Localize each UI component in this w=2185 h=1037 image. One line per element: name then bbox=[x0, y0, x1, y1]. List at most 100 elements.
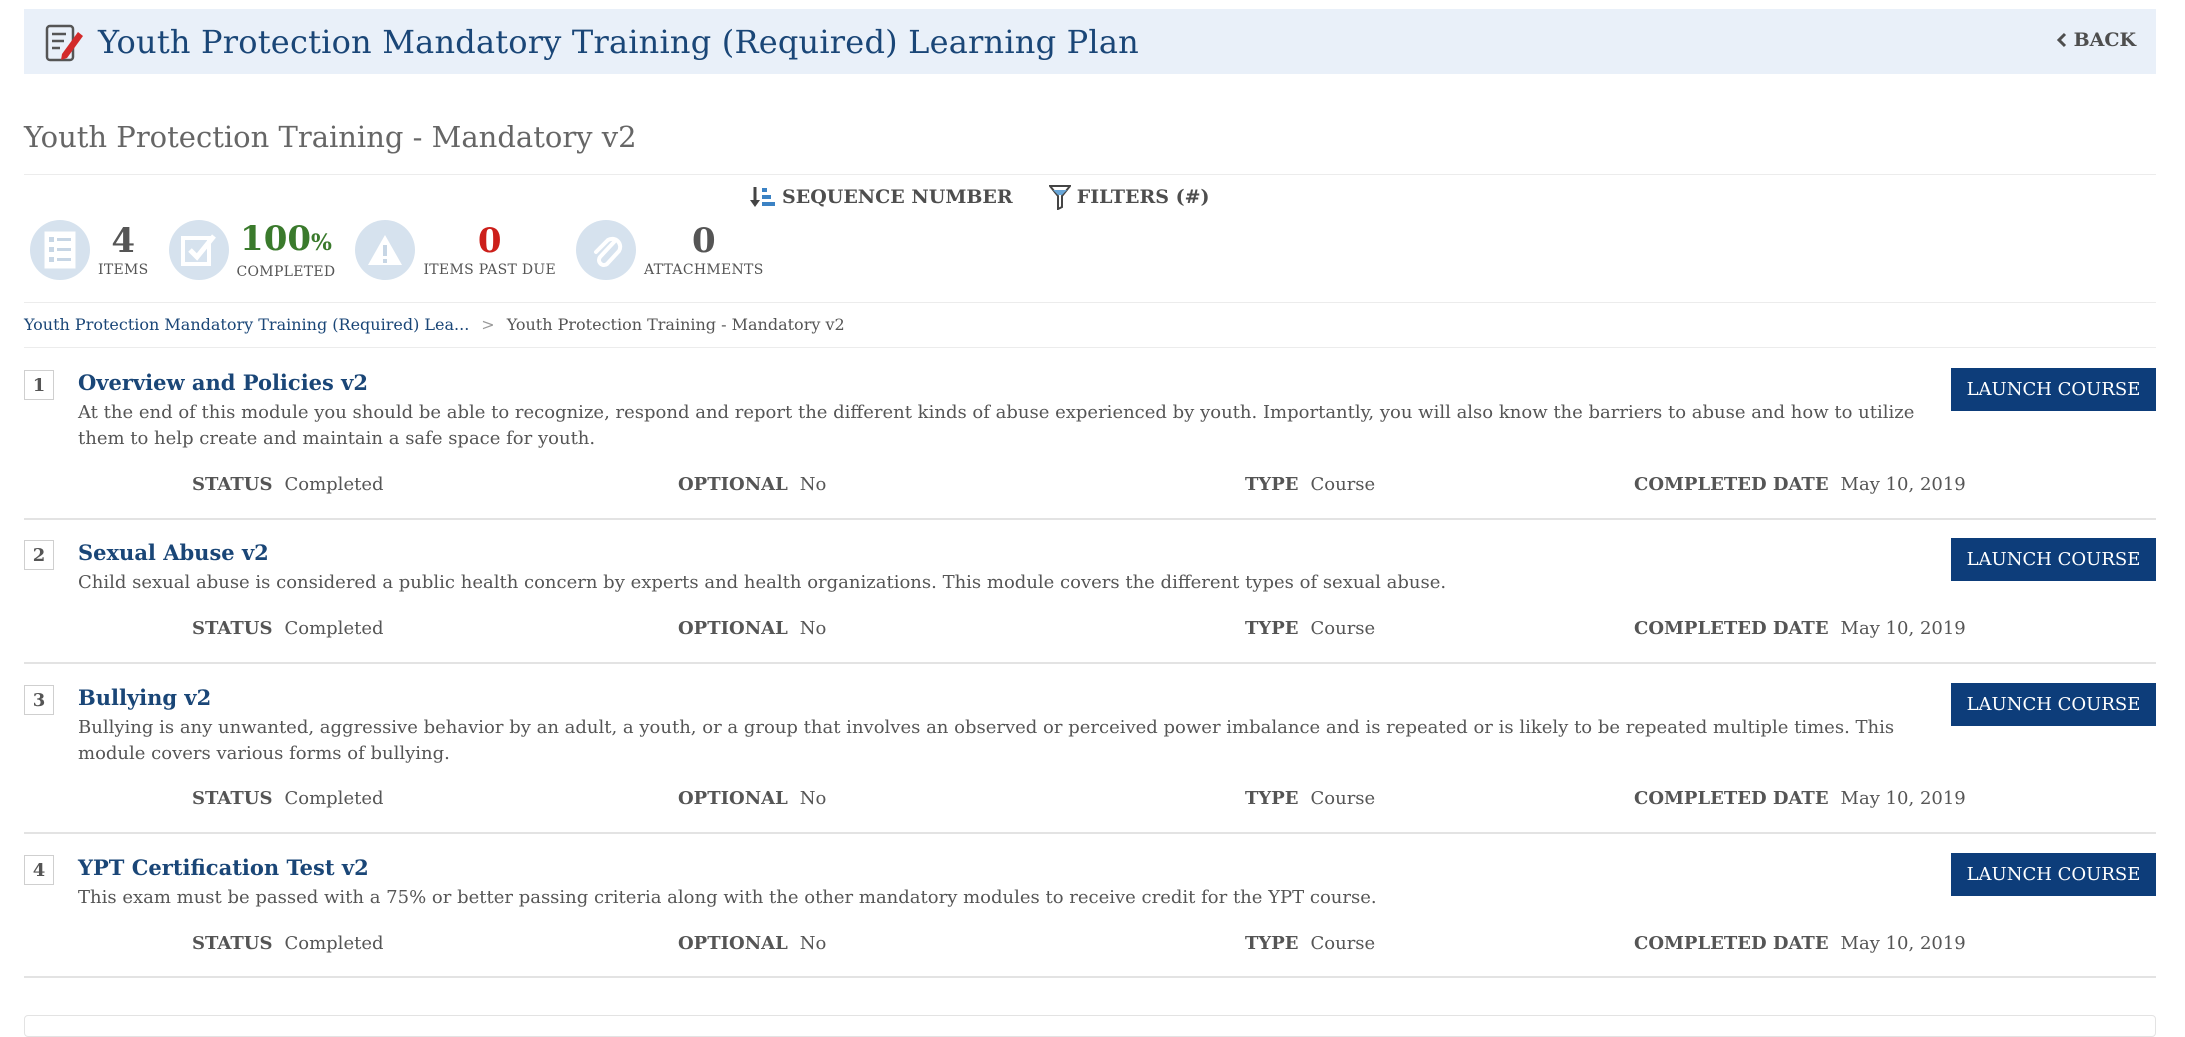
list-item: 1 Overview and Policies v2 At the end of… bbox=[24, 368, 2156, 520]
status-field: STATUS Completed bbox=[192, 474, 384, 495]
launch-course-button[interactable]: LAUNCH COURSE bbox=[1951, 538, 2156, 581]
sort-icon bbox=[750, 187, 775, 207]
type-field: TYPE Course bbox=[1245, 474, 1375, 495]
launch-course-button[interactable]: LAUNCH COURSE bbox=[1951, 853, 2156, 896]
completed-date-label: COMPLETED DATE bbox=[1634, 933, 1829, 954]
divider bbox=[24, 662, 2156, 664]
type-field: TYPE Course bbox=[1245, 788, 1375, 809]
status-value: Completed bbox=[284, 618, 384, 639]
plan-name-heading: Youth Protection Training - Mandatory v2 bbox=[24, 120, 637, 154]
completed-date-value: May 10, 2019 bbox=[1840, 788, 1966, 809]
paperclip-icon bbox=[576, 220, 636, 280]
back-label: BACK bbox=[2073, 29, 2136, 51]
completed-date-value: May 10, 2019 bbox=[1840, 618, 1966, 639]
items-label: ITEMS bbox=[98, 262, 149, 278]
item-title-link[interactable]: Overview and Policies v2 bbox=[78, 370, 368, 395]
completed-label: COMPLETED bbox=[236, 264, 336, 280]
completed-date-label: COMPLETED DATE bbox=[1634, 618, 1829, 639]
status-label: STATUS bbox=[192, 618, 273, 639]
optional-field: OPTIONAL No bbox=[678, 618, 826, 639]
optional-value: No bbox=[799, 474, 827, 495]
status-field: STATUS Completed bbox=[192, 618, 384, 639]
status-value: Completed bbox=[284, 474, 384, 495]
status-value: Completed bbox=[284, 788, 384, 809]
breadcrumb-current: Youth Protection Training - Mandatory v2 bbox=[506, 315, 845, 334]
divider bbox=[24, 976, 2156, 978]
optional-field: OPTIONAL No bbox=[678, 933, 826, 954]
completed-value: 100 bbox=[240, 219, 312, 259]
completed-date-label: COMPLETED DATE bbox=[1634, 788, 1829, 809]
type-field: TYPE Course bbox=[1245, 618, 1375, 639]
list-item: 4 YPT Certification Test v2 This exam mu… bbox=[24, 853, 2156, 981]
percent-unit: % bbox=[311, 230, 332, 256]
item-description: Child sexual abuse is considered a publi… bbox=[78, 572, 1447, 593]
status-label: STATUS bbox=[192, 474, 273, 495]
learning-plan-page: Youth Protection Mandatory Training (Req… bbox=[0, 0, 2185, 1037]
type-value: Course bbox=[1310, 933, 1376, 954]
optional-field: OPTIONAL No bbox=[678, 474, 826, 495]
status-label: STATUS bbox=[192, 933, 273, 954]
type-value: Course bbox=[1310, 474, 1376, 495]
completed-date-field: COMPLETED DATE May 10, 2019 bbox=[1634, 618, 1966, 639]
status-field: STATUS Completed bbox=[192, 788, 384, 809]
type-field: TYPE Course bbox=[1245, 933, 1375, 954]
type-label: TYPE bbox=[1245, 788, 1299, 809]
plan-stats: 4 ITEMS 100% COMPLETED 0 ITEMS PAST DUE … bbox=[30, 220, 784, 280]
items-list-icon bbox=[30, 220, 90, 280]
back-button[interactable]: BACK bbox=[2056, 29, 2136, 51]
filter-funnel-icon bbox=[1048, 185, 1071, 210]
item-description: At the end of this module you should be … bbox=[78, 402, 1915, 449]
optional-label: OPTIONAL bbox=[678, 618, 788, 639]
status-field: STATUS Completed bbox=[192, 933, 384, 954]
item-title-link[interactable]: YPT Certification Test v2 bbox=[78, 855, 369, 880]
status-value: Completed bbox=[284, 933, 384, 954]
item-number: 1 bbox=[24, 370, 54, 400]
item-description: This exam must be passed with a 75% or b… bbox=[78, 887, 1377, 908]
type-label: TYPE bbox=[1245, 933, 1299, 954]
optional-label: OPTIONAL bbox=[678, 933, 788, 954]
type-value: Course bbox=[1310, 618, 1376, 639]
warning-icon bbox=[355, 220, 416, 280]
divider bbox=[24, 302, 2156, 303]
divider bbox=[24, 347, 2156, 348]
item-title-link[interactable]: Bullying v2 bbox=[78, 685, 211, 710]
launch-course-button[interactable]: LAUNCH COURSE bbox=[1951, 368, 2156, 411]
plan-header: Youth Protection Mandatory Training (Req… bbox=[24, 9, 2156, 74]
next-panel-edge bbox=[24, 1015, 2156, 1037]
sort-sequence-button[interactable]: SEQUENCE NUMBER bbox=[750, 184, 1013, 210]
completed-percent: 100% bbox=[240, 220, 332, 262]
chevron-left-icon bbox=[2056, 32, 2066, 48]
optional-field: OPTIONAL No bbox=[678, 788, 826, 809]
item-number: 2 bbox=[24, 540, 54, 570]
type-value: Course bbox=[1310, 788, 1376, 809]
optional-label: OPTIONAL bbox=[678, 474, 788, 495]
stat-attachments: 0 ATTACHMENTS bbox=[576, 220, 764, 280]
completed-date-value: May 10, 2019 bbox=[1840, 474, 1966, 495]
stat-past-due: 0 ITEMS PAST DUE bbox=[355, 220, 556, 280]
divider bbox=[24, 832, 2156, 834]
list-tools: SEQUENCE NUMBER FILTERS (#) bbox=[750, 184, 1210, 210]
past-due-count: 0 bbox=[477, 221, 502, 261]
item-title-link[interactable]: Sexual Abuse v2 bbox=[78, 540, 269, 565]
past-due-label: ITEMS PAST DUE bbox=[423, 262, 556, 278]
status-label: STATUS bbox=[192, 788, 273, 809]
attachments-count: 0 bbox=[691, 221, 716, 261]
divider bbox=[24, 518, 2156, 520]
optional-value: No bbox=[799, 618, 827, 639]
attachments-label: ATTACHMENTS bbox=[644, 262, 764, 278]
checkbox-icon bbox=[168, 220, 229, 280]
type-label: TYPE bbox=[1245, 474, 1299, 495]
edit-document-icon bbox=[45, 24, 83, 61]
optional-value: No bbox=[799, 788, 827, 809]
item-description: Bullying is any unwanted, aggressive beh… bbox=[78, 717, 1895, 764]
filters-label: FILTERS (#) bbox=[1076, 186, 1210, 208]
completed-date-label: COMPLETED DATE bbox=[1634, 474, 1829, 495]
filters-button[interactable]: FILTERS (#) bbox=[1048, 184, 1210, 210]
launch-course-button[interactable]: LAUNCH COURSE bbox=[1951, 683, 2156, 726]
stat-completed: 100% COMPLETED bbox=[168, 220, 336, 280]
list-item: 3 Bullying v2 Bullying is any unwanted, … bbox=[24, 683, 2156, 835]
page-title: Youth Protection Mandatory Training (Req… bbox=[98, 22, 1139, 61]
breadcrumb: Youth Protection Mandatory Training (Req… bbox=[24, 315, 845, 334]
optional-label: OPTIONAL bbox=[678, 788, 788, 809]
breadcrumb-parent-link[interactable]: Youth Protection Mandatory Training (Req… bbox=[24, 315, 469, 334]
